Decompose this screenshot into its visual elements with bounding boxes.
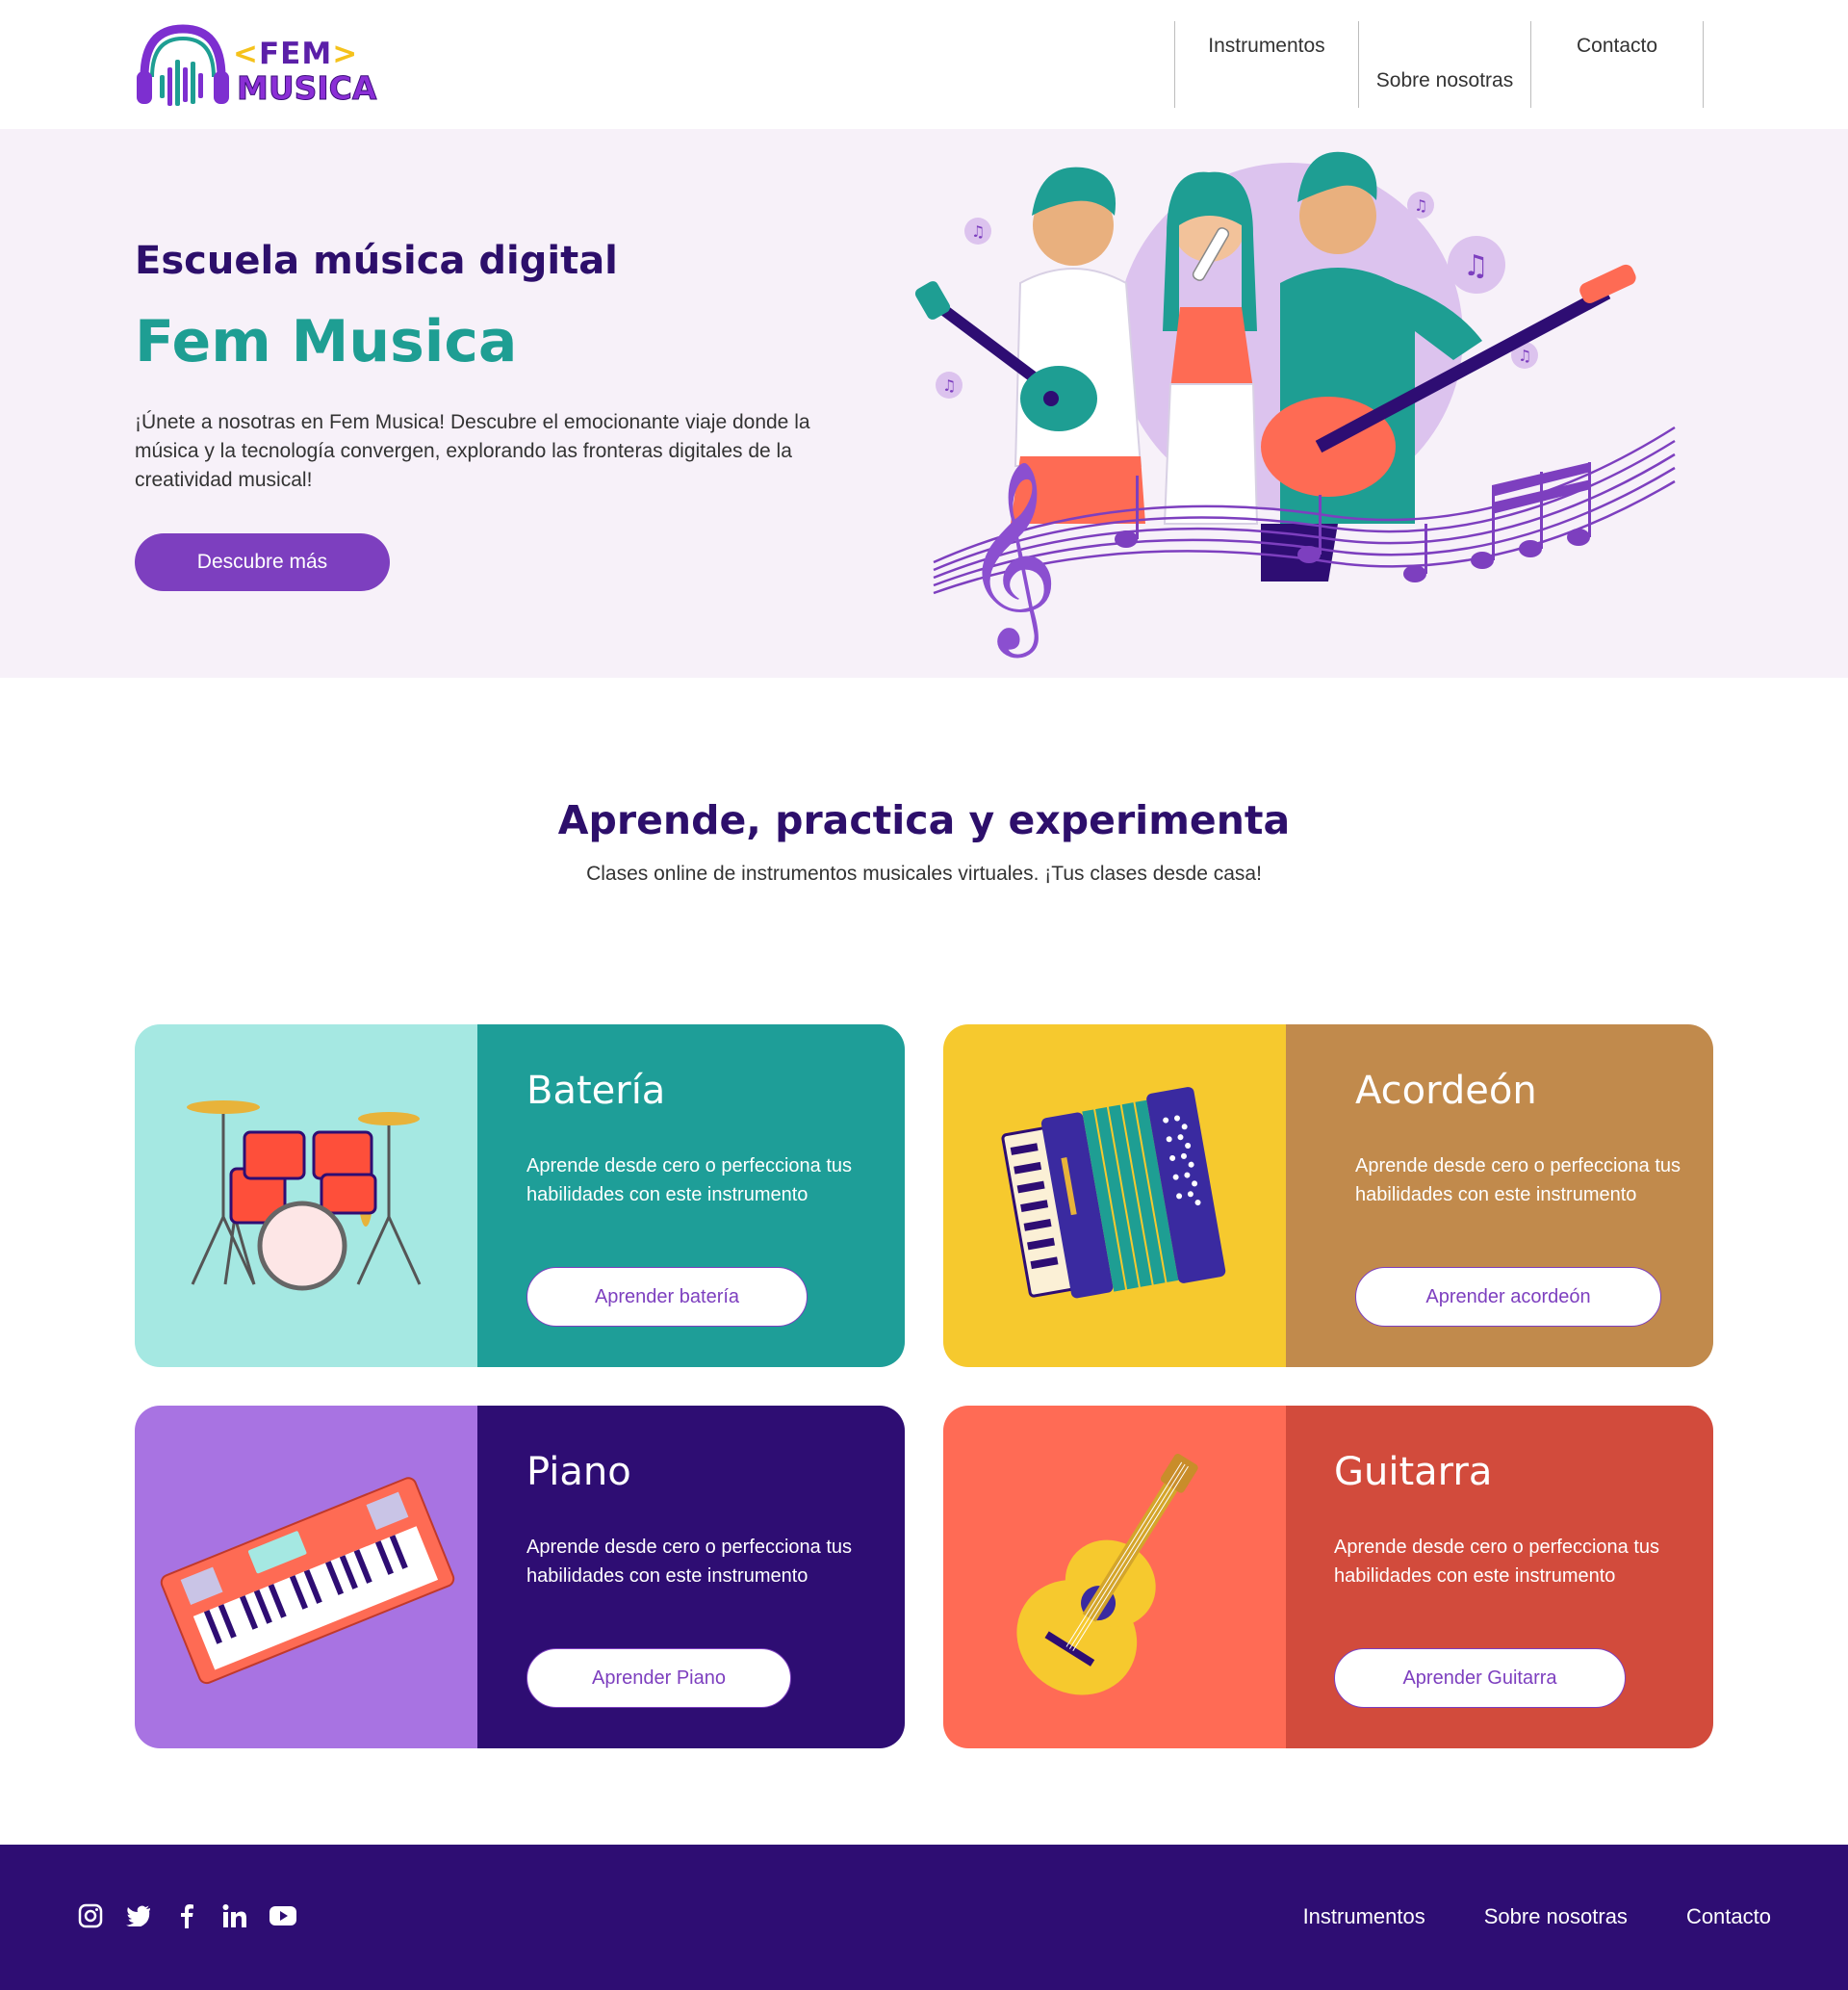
- hero-section: Escuela música digital Fem Musica ¡Únete…: [0, 129, 1848, 678]
- linkedin-icon[interactable]: [221, 1900, 248, 1931]
- learn-guitar-button[interactable]: Aprender Guitarra: [1334, 1648, 1626, 1708]
- logo-word-bottom: MUSICA: [236, 69, 377, 108]
- logo-bracket-right: >: [332, 37, 359, 71]
- discover-more-button[interactable]: Descubre más: [135, 533, 390, 591]
- section-title: Aprende, practica y experimenta: [557, 797, 1291, 843]
- svg-text:♫: ♫: [1463, 249, 1489, 283]
- svg-text:♫: ♫: [942, 376, 956, 395]
- learn-accordion-button[interactable]: Aprender acordeón: [1355, 1267, 1661, 1327]
- instagram-icon[interactable]: [77, 1900, 104, 1931]
- svg-text:♫: ♫: [1518, 347, 1531, 365]
- card-title: Batería: [526, 1069, 666, 1113]
- footer-nav: Instrumentos Sobre nosotras Contacto: [1303, 1904, 1771, 1929]
- card-title: Guitarra: [1334, 1450, 1493, 1494]
- footer-nav-sobre-nosotras[interactable]: Sobre nosotras: [1484, 1904, 1628, 1929]
- logo-text: <FEM>: [233, 37, 358, 71]
- section-subtitle: Clases online de instrumentos musicales …: [586, 863, 1262, 885]
- card-text: Aprende desde cero o perfecciona tus hab…: [526, 1155, 852, 1205]
- nav-item-label: Instrumentos: [1208, 35, 1325, 57]
- twitter-icon[interactable]: [125, 1900, 152, 1931]
- hero-text: ¡Únete a nosotras en Fem Musica! Descubr…: [135, 411, 810, 491]
- site-header: <FEM> MUSICA Instrumentos Sobre nosotras…: [0, 0, 1848, 129]
- headphones-icon: [137, 24, 229, 106]
- main-nav: Instrumentos Sobre nosotras Contacto: [1174, 21, 1704, 108]
- nav-item-label: Contacto: [1576, 35, 1658, 57]
- keyboard-icon: [160, 1477, 455, 1685]
- facebook-icon[interactable]: [173, 1900, 200, 1931]
- card-image: [135, 1024, 477, 1367]
- learn-drums-button[interactable]: Aprender batería: [526, 1267, 808, 1327]
- card-body: Guitarra Aprende desde cero o perfeccion…: [1286, 1406, 1713, 1748]
- hero-subtitle: Escuela música digital: [135, 239, 618, 283]
- guitar-icon: [1016, 1453, 1198, 1695]
- logo-word-top: FEM: [258, 37, 333, 71]
- nav-item-sobre-nosotras[interactable]: Sobre nosotras: [1358, 21, 1530, 108]
- card-title: Acordeón: [1355, 1069, 1537, 1113]
- band-illustration: ♫ ♫ ♫ ♫ ♫ �: [914, 151, 1676, 658]
- learn-piano-button[interactable]: Aprender Piano: [526, 1648, 791, 1708]
- accordion-icon: [1001, 1087, 1226, 1299]
- social-links: [77, 1900, 296, 1931]
- nav-item-instrumentos[interactable]: Instrumentos: [1174, 21, 1358, 108]
- card-guitarra: Guitarra Aprende desde cero o perfeccion…: [943, 1406, 1713, 1748]
- logo-bracket-left: <: [233, 37, 259, 71]
- nav-item-contacto[interactable]: Contacto: [1530, 21, 1704, 108]
- drums-icon: [187, 1100, 422, 1291]
- svg-text:𝄞: 𝄞: [962, 459, 1059, 658]
- footer-nav-contacto[interactable]: Contacto: [1686, 1904, 1771, 1929]
- card-body: Batería Aprende desde cero o perfecciona…: [477, 1024, 905, 1367]
- card-text: Aprende desde cero o perfecciona tus hab…: [1355, 1155, 1681, 1205]
- logo[interactable]: <FEM> MUSICA: [135, 19, 379, 112]
- footer-nav-instrumentos[interactable]: Instrumentos: [1303, 1904, 1425, 1929]
- card-text: Aprende desde cero o perfecciona tus hab…: [526, 1537, 852, 1587]
- svg-text:♫: ♫: [971, 222, 985, 241]
- card-body: Acordeón Aprende desde cero o perfeccion…: [1286, 1024, 1713, 1367]
- card-body: Piano Aprende desde cero o perfecciona t…: [477, 1406, 905, 1748]
- youtube-icon[interactable]: [270, 1900, 296, 1931]
- card-image: [943, 1024, 1286, 1367]
- svg-text:♫: ♫: [1414, 196, 1427, 215]
- hero-title: Fem Musica: [135, 308, 518, 375]
- card-image: [135, 1406, 477, 1748]
- nav-item-label: Sobre nosotras: [1375, 69, 1514, 91]
- card-piano: Piano Aprende desde cero o perfecciona t…: [135, 1406, 905, 1748]
- card-bateria: Batería Aprende desde cero o perfecciona…: [135, 1024, 905, 1367]
- site-footer: Instrumentos Sobre nosotras Contacto: [0, 1845, 1848, 1990]
- card-title: Piano: [526, 1450, 631, 1494]
- card-text: Aprende desde cero o perfecciona tus hab…: [1334, 1537, 1659, 1587]
- card-acordeon: Acordeón Aprende desde cero o perfeccion…: [943, 1024, 1713, 1367]
- card-image: [943, 1406, 1286, 1748]
